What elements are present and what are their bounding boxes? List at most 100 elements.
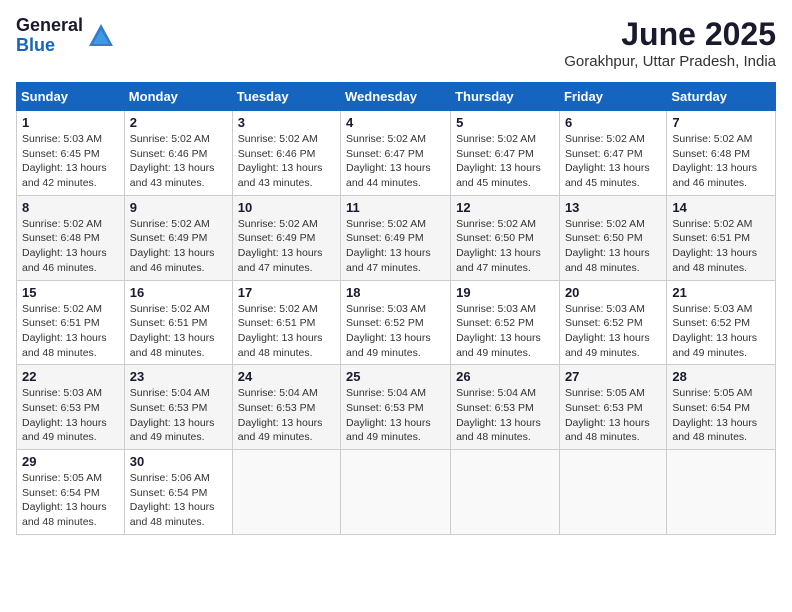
- day-number: 24: [238, 369, 335, 384]
- column-header-sunday: Sunday: [17, 83, 125, 111]
- day-info: Sunrise: 5:03 AMSunset: 6:52 PMDaylight:…: [672, 302, 770, 361]
- calendar-day: 27Sunrise: 5:05 AMSunset: 6:53 PMDayligh…: [559, 365, 666, 450]
- calendar-day: 30Sunrise: 5:06 AMSunset: 6:54 PMDayligh…: [124, 450, 232, 535]
- day-info: Sunrise: 5:02 AMSunset: 6:49 PMDaylight:…: [346, 217, 445, 276]
- calendar-week-1: 1Sunrise: 5:03 AMSunset: 6:45 PMDaylight…: [17, 111, 776, 196]
- day-info: Sunrise: 5:02 AMSunset: 6:48 PMDaylight:…: [22, 217, 119, 276]
- day-info: Sunrise: 5:02 AMSunset: 6:46 PMDaylight:…: [238, 132, 335, 191]
- day-number: 29: [22, 454, 119, 469]
- logo: General Blue: [16, 16, 115, 56]
- calendar-day: 10Sunrise: 5:02 AMSunset: 6:49 PMDayligh…: [232, 195, 340, 280]
- calendar-day: 7Sunrise: 5:02 AMSunset: 6:48 PMDaylight…: [667, 111, 776, 196]
- column-header-monday: Monday: [124, 83, 232, 111]
- calendar-day: 22Sunrise: 5:03 AMSunset: 6:53 PMDayligh…: [17, 365, 125, 450]
- day-info: Sunrise: 5:02 AMSunset: 6:49 PMDaylight:…: [238, 217, 335, 276]
- day-number: 2: [130, 115, 227, 130]
- calendar-day: 24Sunrise: 5:04 AMSunset: 6:53 PMDayligh…: [232, 365, 340, 450]
- day-info: Sunrise: 5:03 AMSunset: 6:52 PMDaylight:…: [456, 302, 554, 361]
- day-info: Sunrise: 5:02 AMSunset: 6:47 PMDaylight:…: [346, 132, 445, 191]
- day-number: 11: [346, 200, 445, 215]
- day-number: 25: [346, 369, 445, 384]
- calendar-day: 28Sunrise: 5:05 AMSunset: 6:54 PMDayligh…: [667, 365, 776, 450]
- calendar-day: 20 Sunrise: 5:03 AMSunset: 6:52 PMDayligh…: [559, 280, 666, 365]
- calendar-week-2: 8 Sunrise: 5:02 AMSunset: 6:48 PMDaylight…: [17, 195, 776, 280]
- page-header: General Blue June 2025 Gorakhpur, Uttar …: [16, 16, 776, 70]
- calendar-day: 23 Sunrise: 5:04 AMSunset: 6:53 PMDayligh…: [124, 365, 232, 450]
- logo-icon: [87, 22, 115, 50]
- day-number: 19: [456, 285, 554, 300]
- day-number: 20: [565, 285, 661, 300]
- day-info: Sunrise: 5:05 AMSunset: 6:53 PMDaylight:…: [565, 386, 661, 445]
- day-info: Sunrise: 5:03 AMSunset: 6:52 PMDaylight:…: [346, 302, 445, 361]
- day-info: Sunrise: 5:04 AMSunset: 6:53 PMDaylight:…: [456, 386, 554, 445]
- calendar-day: 16 Sunrise: 5:02 AMSunset: 6:51 PMDayligh…: [124, 280, 232, 365]
- calendar-day: [232, 450, 340, 535]
- calendar-day: 21 Sunrise: 5:03 AMSunset: 6:52 PMDayligh…: [667, 280, 776, 365]
- calendar-week-3: 15 Sunrise: 5:02 AMSunset: 6:51 PMDayligh…: [17, 280, 776, 365]
- calendar-day: [667, 450, 776, 535]
- day-info: Sunrise: 5:04 AMSunset: 6:53 PMDaylight:…: [130, 386, 227, 445]
- day-info: Sunrise: 5:02 AMSunset: 6:49 PMDaylight:…: [130, 217, 227, 276]
- day-number: 3: [238, 115, 335, 130]
- day-number: 12: [456, 200, 554, 215]
- calendar-table: SundayMondayTuesdayWednesdayThursdayFrid…: [16, 82, 776, 535]
- day-info: Sunrise: 5:02 AMSunset: 6:51 PMDaylight:…: [672, 217, 770, 276]
- day-number: 5: [456, 115, 554, 130]
- calendar-day: 29 Sunrise: 5:05 AMSunset: 6:54 PMDayligh…: [17, 450, 125, 535]
- day-number: 17: [238, 285, 335, 300]
- month-year: June 2025: [564, 16, 776, 53]
- day-number: 7: [672, 115, 770, 130]
- day-info: Sunrise: 5:02 AMSunset: 6:51 PMDaylight:…: [130, 302, 227, 361]
- calendar-day: 25 Sunrise: 5:04 AMSunset: 6:53 PMDayligh…: [341, 365, 451, 450]
- day-number: 6: [565, 115, 661, 130]
- day-info: Sunrise: 5:02 AMSunset: 6:51 PMDaylight:…: [238, 302, 335, 361]
- calendar-day: [341, 450, 451, 535]
- day-info: Sunrise: 5:03 AMSunset: 6:45 PMDaylight:…: [22, 132, 119, 191]
- calendar-day: 3 Sunrise: 5:02 AMSunset: 6:46 PMDaylight…: [232, 111, 340, 196]
- day-number: 9: [130, 200, 227, 215]
- day-number: 14: [672, 200, 770, 215]
- column-header-tuesday: Tuesday: [232, 83, 340, 111]
- calendar-day: 15Sunrise: 5:02 AMSunset: 6:51 PMDayligh…: [17, 280, 125, 365]
- calendar-day: 11 Sunrise: 5:02 AMSunset: 6:49 PMDayligh…: [341, 195, 451, 280]
- day-number: 26: [456, 369, 554, 384]
- calendar-day: 13 Sunrise: 5:02 AMSunset: 6:50 PMDayligh…: [559, 195, 666, 280]
- day-number: 21: [672, 285, 770, 300]
- column-header-thursday: Thursday: [451, 83, 560, 111]
- calendar-week-4: 22Sunrise: 5:03 AMSunset: 6:53 PMDayligh…: [17, 365, 776, 450]
- day-number: 22: [22, 369, 119, 384]
- day-number: 15: [22, 285, 119, 300]
- calendar-day: 19 Sunrise: 5:03 AMSunset: 6:52 PMDayligh…: [451, 280, 560, 365]
- day-number: 13: [565, 200, 661, 215]
- day-info: Sunrise: 5:04 AMSunset: 6:53 PMDaylight:…: [346, 386, 445, 445]
- logo-general: General: [16, 16, 83, 36]
- calendar-week-5: 29 Sunrise: 5:05 AMSunset: 6:54 PMDayligh…: [17, 450, 776, 535]
- calendar-day: 4 Sunrise: 5:02 AMSunset: 6:47 PMDaylight…: [341, 111, 451, 196]
- calendar-day: 2 Sunrise: 5:02 AMSunset: 6:46 PMDaylight…: [124, 111, 232, 196]
- calendar-day: 6 Sunrise: 5:02 AMSunset: 6:47 PMDaylight…: [559, 111, 666, 196]
- header-row: SundayMondayTuesdayWednesdayThursdayFrid…: [17, 83, 776, 111]
- day-info: Sunrise: 5:02 AMSunset: 6:50 PMDaylight:…: [565, 217, 661, 276]
- day-info: Sunrise: 5:02 AMSunset: 6:47 PMDaylight:…: [565, 132, 661, 191]
- calendar-day: [451, 450, 560, 535]
- day-info: Sunrise: 5:02 AMSunset: 6:46 PMDaylight:…: [130, 132, 227, 191]
- day-number: 8: [22, 200, 119, 215]
- column-header-friday: Friday: [559, 83, 666, 111]
- day-info: Sunrise: 5:02 AMSunset: 6:50 PMDaylight:…: [456, 217, 554, 276]
- calendar-day: 18Sunrise: 5:03 AMSunset: 6:52 PMDayligh…: [341, 280, 451, 365]
- day-number: 16: [130, 285, 227, 300]
- day-number: 23: [130, 369, 227, 384]
- day-number: 30: [130, 454, 227, 469]
- calendar-day: 12 Sunrise: 5:02 AMSunset: 6:50 PMDayligh…: [451, 195, 560, 280]
- calendar-day: 17 Sunrise: 5:02 AMSunset: 6:51 PMDayligh…: [232, 280, 340, 365]
- calendar-day: 8 Sunrise: 5:02 AMSunset: 6:48 PMDaylight…: [17, 195, 125, 280]
- logo-blue: Blue: [16, 36, 83, 56]
- day-number: 4: [346, 115, 445, 130]
- day-info: Sunrise: 5:05 AMSunset: 6:54 PMDaylight:…: [22, 471, 119, 530]
- calendar-day: 1Sunrise: 5:03 AMSunset: 6:45 PMDaylight…: [17, 111, 125, 196]
- location: Gorakhpur, Uttar Pradesh, India: [564, 53, 776, 70]
- calendar-day: 14 Sunrise: 5:02 AMSunset: 6:51 PMDayligh…: [667, 195, 776, 280]
- logo-text: General Blue: [16, 16, 83, 56]
- calendar-day: 26 Sunrise: 5:04 AMSunset: 6:53 PMDayligh…: [451, 365, 560, 450]
- day-info: Sunrise: 5:03 AMSunset: 6:52 PMDaylight:…: [565, 302, 661, 361]
